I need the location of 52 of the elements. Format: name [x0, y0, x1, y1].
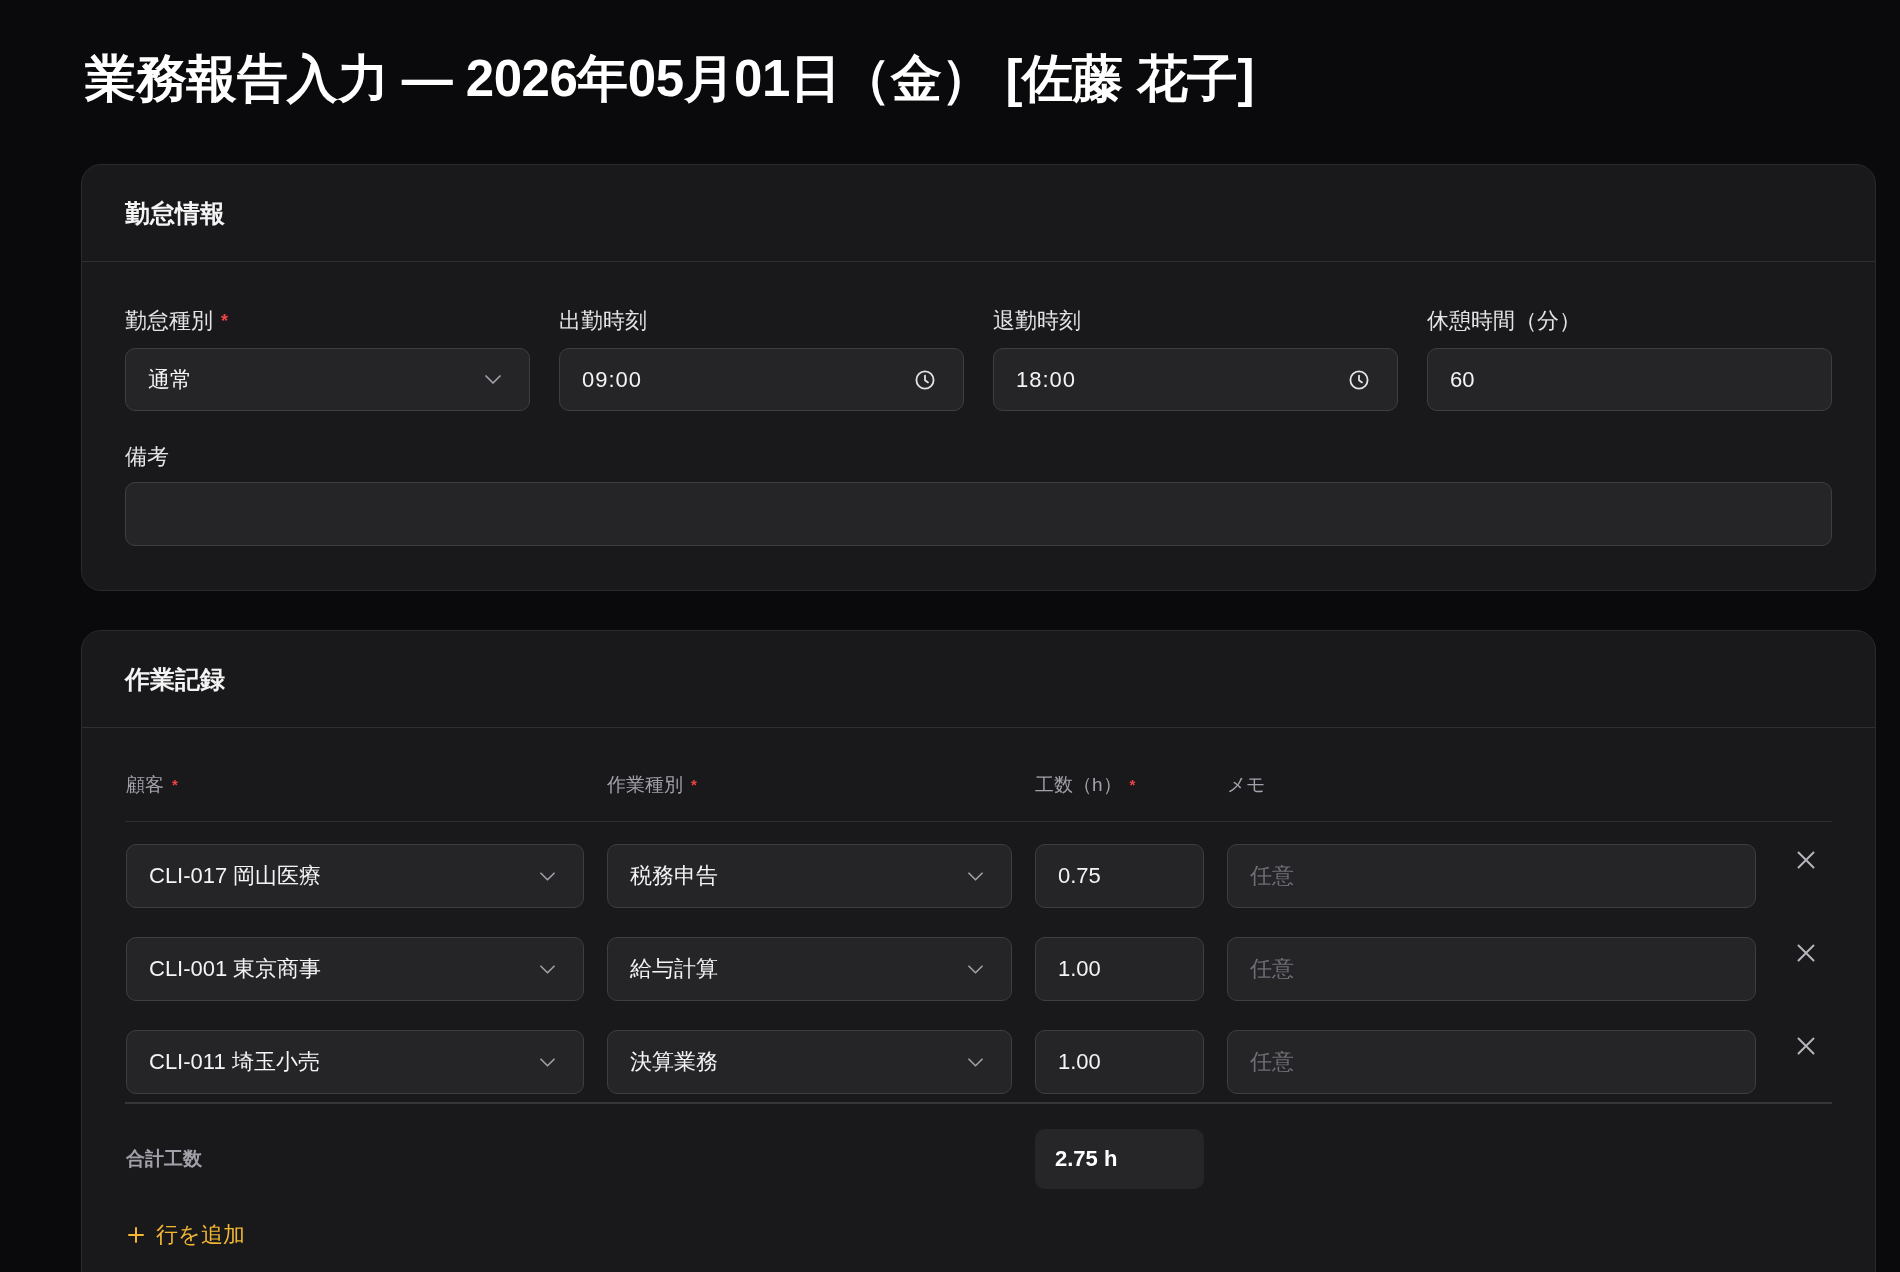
- time-field[interactable]: 18:00: [993, 348, 1398, 411]
- clock-icon: [915, 369, 935, 390]
- chevron-down-icon: [540, 964, 555, 974]
- total-hours-value: 2.75 h: [1035, 1129, 1204, 1189]
- required-mark: *: [1129, 776, 1136, 794]
- column-header: 顧客: [126, 773, 164, 797]
- field-label: 出勤時刻: [559, 307, 647, 335]
- chevron-down-icon: [540, 871, 555, 881]
- chevron-down-icon: [485, 375, 501, 384]
- chevron-down-icon: [968, 871, 983, 881]
- hours-field[interactable]: 1.00: [1035, 937, 1204, 1001]
- client-select[interactable]: CLI-011 埼玉小売: [126, 1030, 584, 1094]
- chevron-down-icon: [968, 964, 983, 974]
- section-title: 作業記録: [125, 664, 225, 695]
- clock-icon: [1349, 369, 1369, 390]
- memo-field[interactable]: 任意: [1227, 844, 1756, 908]
- select-field[interactable]: 通常: [125, 348, 530, 411]
- required-mark: *: [172, 776, 178, 794]
- note-field[interactable]: [125, 482, 1832, 546]
- total-label: 合計工数: [126, 1147, 202, 1171]
- client-select[interactable]: CLI-017 岡山医療: [126, 844, 584, 908]
- field-label: 勤怠種別: [125, 307, 213, 335]
- field-label: 備考: [125, 443, 169, 471]
- column-header: メモ: [1227, 773, 1265, 797]
- plus-icon: [128, 1227, 144, 1243]
- close-icon: [1796, 851, 1815, 869]
- hours-field[interactable]: 1.00: [1035, 1030, 1204, 1094]
- required-mark: *: [221, 312, 228, 330]
- column-header: 作業種別: [607, 773, 683, 797]
- text-field[interactable]: 60: [1427, 348, 1832, 411]
- chevron-down-icon: [968, 1057, 983, 1067]
- work-type-select[interactable]: 税務申告: [607, 844, 1012, 908]
- memo-field[interactable]: 任意: [1227, 937, 1756, 1001]
- page-title: 業務報告入力 — 2026年05月01日（金） [佐藤 花子]: [85, 49, 1256, 109]
- hours-field[interactable]: 0.75: [1035, 844, 1204, 908]
- client-select[interactable]: CLI-001 東京商事: [126, 937, 584, 1001]
- remove-row-button[interactable]: [1796, 851, 1815, 869]
- remove-row-button[interactable]: [1796, 944, 1815, 962]
- required-mark: *: [691, 776, 697, 794]
- chevron-down-icon: [540, 1057, 555, 1067]
- column-header: 工数（h）: [1035, 773, 1122, 797]
- work-type-select[interactable]: 決算業務: [607, 1030, 1012, 1094]
- close-icon: [1796, 1037, 1815, 1055]
- section-title: 勤怠情報: [125, 198, 225, 229]
- time-field[interactable]: 09:00: [559, 348, 964, 411]
- remove-row-button[interactable]: [1796, 1037, 1815, 1055]
- close-icon: [1796, 944, 1815, 962]
- work-type-select[interactable]: 給与計算: [607, 937, 1012, 1001]
- field-label: 休憩時間（分）: [1427, 307, 1581, 335]
- field-label: 退勤時刻: [993, 307, 1081, 335]
- memo-field[interactable]: 任意: [1227, 1030, 1756, 1094]
- add-row-button[interactable]: 行を追加: [128, 1220, 245, 1250]
